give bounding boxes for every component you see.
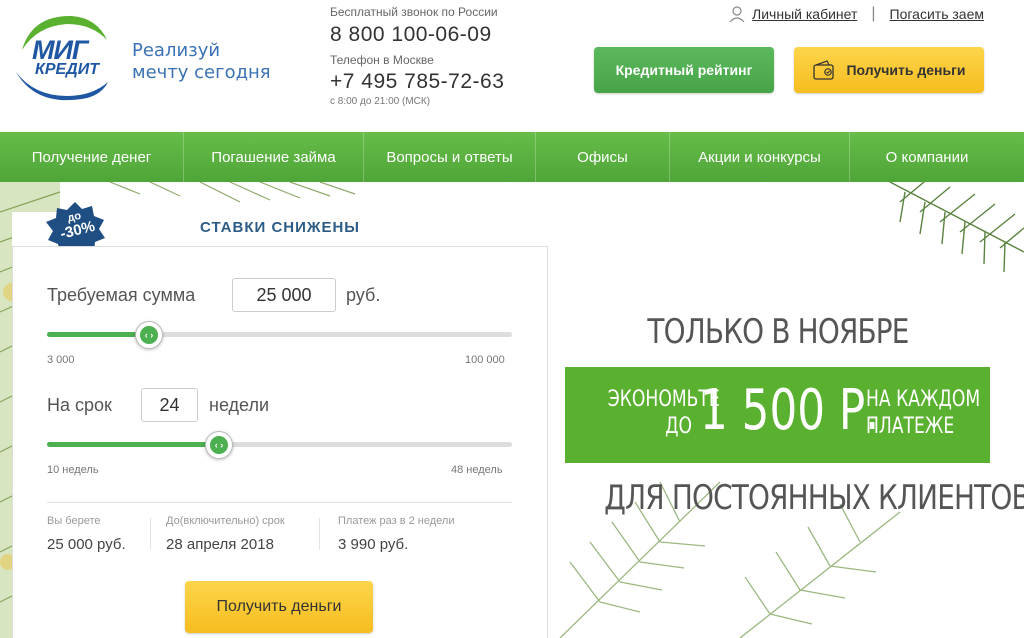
term-input[interactable] — [141, 388, 198, 422]
nav-item-promotions[interactable]: Акции и конкурсы — [670, 132, 850, 182]
offer-audience: ДЛЯ ПОСТОЯННЫХ КЛИЕНТОВ — [604, 478, 1024, 518]
amount-slider-fill — [47, 332, 149, 337]
working-hours: с 8:00 до 21:00 (МСК) — [330, 96, 431, 107]
moscow-phone-caption: Телефон в Москве — [330, 53, 434, 67]
repay-loan-link[interactable]: Погасить заем — [890, 6, 984, 22]
slogan-line-2: мечту сегодня — [132, 62, 271, 83]
free-call-caption: Бесплатный звонок по России — [330, 5, 498, 19]
credit-rating-label: Кредитный рейтинг — [615, 62, 753, 78]
amount-input[interactable] — [232, 278, 336, 312]
offer-amount: 1 500 Р. — [700, 378, 880, 443]
term-label: На срок — [47, 395, 112, 415]
term-max-label: 48 недель — [451, 464, 503, 476]
top-links: Личный кабинет | Погасить заем — [728, 5, 984, 23]
get-money-label: Получить деньги — [216, 598, 342, 615]
logo[interactable]: МИГ КРЕДИТ — [12, 10, 112, 106]
term-slider-handle[interactable]: ‹ › — [205, 431, 233, 459]
wallet-icon — [813, 60, 835, 80]
slogan-line-1: Реализуй — [132, 40, 221, 61]
offer-per-line-2: ПЛАТЕЖЕ — [866, 414, 955, 439]
logo-text-kredit: КРЕДИТ — [35, 61, 100, 78]
offer-headline: ТОЛЬКО В НОЯБРЕ — [647, 312, 909, 352]
term-min-label: 10 недель — [47, 464, 99, 476]
amount-slider-handle[interactable]: ‹ › — [135, 321, 163, 349]
term-slider-fill — [47, 442, 219, 447]
slogan: Реализуй мечту сегодня — [132, 40, 271, 84]
slider-arrows-icon: ‹ › — [214, 440, 224, 450]
summary-separator — [319, 518, 320, 550]
nav-item-faq[interactable]: Вопросы и ответы — [364, 132, 536, 182]
rates-reduced-title: СТАВКИ СНИЖЕНЫ — [200, 219, 360, 236]
get-money-header-label: Получить деньги — [846, 62, 966, 78]
amount-min-label: 3 000 — [47, 354, 75, 366]
offer-save-line-2: ДО — [665, 414, 692, 439]
summary-value-payment: 3 990 руб. — [338, 536, 409, 553]
summary-separator — [150, 518, 151, 550]
nav-item-offices[interactable]: Офисы — [536, 132, 670, 182]
calculator-divider — [47, 502, 512, 503]
offer-save-text: ЭКОНОМЬТЕ ДО — [607, 386, 720, 440]
summary-value-amount: 25 000 руб. — [47, 536, 126, 553]
user-icon — [729, 6, 745, 23]
offer-per-line-1: НА КАЖДОМ — [866, 387, 981, 412]
offer-save-line-1: ЭКОНОМЬТЕ — [607, 387, 720, 412]
summary-value-due-date: 28 апреля 2018 — [166, 536, 274, 553]
term-unit: недели — [209, 395, 270, 415]
offer-per-payment-text: НА КАЖДОМ ПЛАТЕЖЕ — [866, 386, 980, 440]
link-separator: | — [871, 5, 876, 22]
nav-item-repay[interactable]: Погашение займа — [184, 132, 364, 182]
free-phone-number[interactable]: 8 800 100-06-09 — [330, 23, 504, 47]
moscow-phone-number[interactable]: +7 495 785-72-63 — [330, 70, 504, 94]
amount-max-label: 100 000 — [465, 354, 505, 366]
nav-item-about[interactable]: О компании — [850, 132, 1004, 182]
site-header: МИГ КРЕДИТ Реализуй мечту сегодня Беспла… — [0, 0, 1024, 132]
nav-item-get-money[interactable]: Получение денег — [0, 132, 184, 182]
summary-caption-due-date: До(включительно) срок — [166, 515, 285, 527]
get-money-header-button[interactable]: Получить деньги — [794, 47, 984, 93]
get-money-button[interactable]: Получить деньги — [185, 581, 373, 633]
amount-unit: руб. — [346, 285, 381, 305]
slider-arrows-icon: ‹ › — [144, 330, 154, 340]
summary-caption-amount: Вы берете — [47, 515, 101, 527]
personal-cabinet-link[interactable]: Личный кабинет — [752, 6, 857, 22]
contact-phones: Бесплатный звонок по России 8 800 100-06… — [330, 5, 504, 107]
main-nav: Получение денег Погашение займа Вопросы … — [0, 132, 1024, 182]
credit-rating-button[interactable]: Кредитный рейтинг — [594, 47, 774, 93]
amount-label: Требуемая сумма — [47, 285, 196, 305]
summary-caption-payment: Платеж раз в 2 недели — [338, 515, 455, 527]
